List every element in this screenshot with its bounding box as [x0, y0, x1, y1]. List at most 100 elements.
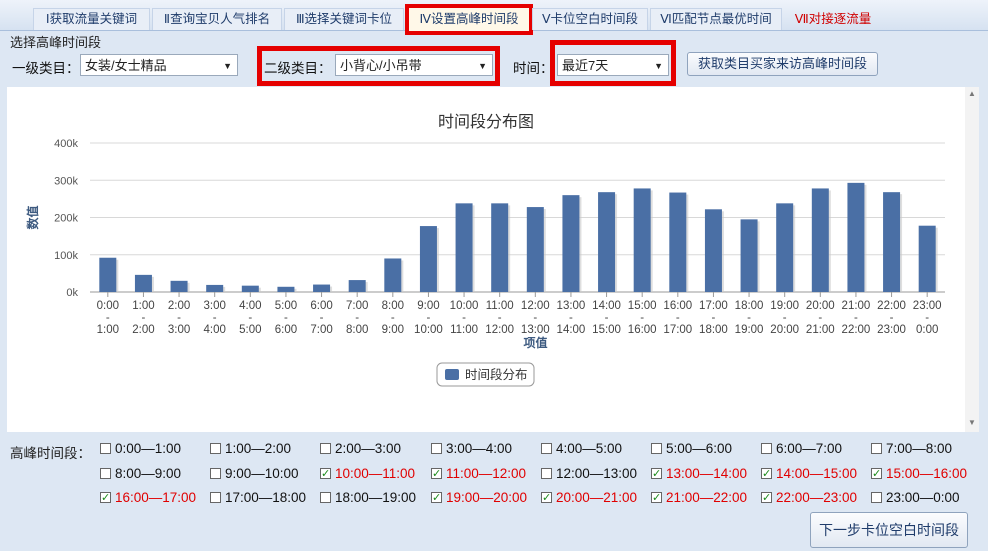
checkbox-empty-icon[interactable]: [210, 443, 221, 454]
checkbox-empty-icon[interactable]: [100, 468, 111, 479]
x-tick-dash: -: [284, 312, 288, 324]
peak-slot-checkbox[interactable]: 17:00—18:00: [210, 489, 306, 507]
checkbox-empty-icon[interactable]: [210, 468, 221, 479]
x-tick-label-end: 15:00: [592, 324, 621, 336]
checkbox-empty-icon[interactable]: [320, 492, 331, 503]
tab-traffic[interactable]: Ⅶ对接逐流量: [784, 8, 882, 30]
tab-peak-hours[interactable]: Ⅳ设置高峰时间段: [405, 4, 533, 35]
next-step-button[interactable]: 下一步卡位空白时间段: [810, 512, 968, 548]
checkbox-checked-icon[interactable]: [761, 465, 772, 483]
fetch-peak-button[interactable]: 获取类目买家来访高峰时间段: [687, 52, 878, 76]
peak-slot-checkbox[interactable]: 4:00—5:00: [541, 440, 622, 458]
checkbox-empty-icon[interactable]: [541, 443, 552, 454]
checkbox-checked-icon[interactable]: [431, 489, 442, 507]
peak-slot-checkbox[interactable]: 15:00—16:00: [871, 465, 967, 483]
peak-slot-checkbox[interactable]: 20:00—21:00: [541, 489, 637, 507]
peak-slot-checkbox[interactable]: 8:00—9:00: [100, 465, 181, 483]
x-tick-dash: -: [106, 312, 110, 324]
peak-slot-checkbox[interactable]: 12:00—13:00: [541, 465, 637, 483]
x-tick-dash: -: [640, 312, 644, 324]
peak-slot-checkbox[interactable]: 19:00—20:00: [431, 489, 527, 507]
checkbox-empty-icon[interactable]: [320, 443, 331, 454]
peak-slot-checkbox[interactable]: 9:00—10:00: [210, 465, 299, 483]
tab-keyword-slot[interactable]: Ⅲ选择关键词卡位: [284, 8, 404, 30]
peak-slot-checkbox[interactable]: 23:00—0:00: [871, 489, 960, 507]
time-select[interactable]: 最近7天 ▼: [557, 54, 669, 76]
time-label: 时间：: [513, 61, 554, 76]
x-tick-label-end: 20:00: [770, 324, 799, 336]
x-tick-label-end: 14:00: [557, 324, 586, 336]
x-tick-label-end: 12:00: [485, 324, 514, 336]
peak-slot-checkbox[interactable]: 5:00—6:00: [651, 440, 732, 458]
peak-slot-checkbox[interactable]: 16:00—17:00: [100, 489, 196, 507]
chart-scrollbar[interactable]: ▲ ▼: [965, 87, 979, 432]
level2-label: 二级类目：: [264, 61, 332, 76]
x-tick-dash: -: [355, 312, 359, 324]
peak-slot-checkbox[interactable]: 1:00—2:00: [210, 440, 291, 458]
checkbox-checked-icon[interactable]: [871, 465, 882, 483]
x-tick-label-end: 0:00: [916, 324, 938, 336]
checkbox-checked-icon[interactable]: [100, 489, 111, 507]
checkbox-empty-icon[interactable]: [761, 443, 772, 454]
peak-hours-label: 高峰时间段：: [10, 446, 91, 461]
bar: [419, 226, 437, 292]
tab-node-time[interactable]: Ⅵ匹配节点最优时间: [650, 8, 782, 30]
level1-select[interactable]: 女装/女士精品 ▼: [80, 54, 238, 76]
x-tick-label-start: 23:00: [913, 300, 942, 312]
x-tick-label-start: 13:00: [557, 300, 586, 312]
peak-slot-label: 0:00—1:00: [115, 441, 182, 456]
x-tick-dash: -: [854, 312, 858, 324]
peak-slot-checkbox[interactable]: 14:00—15:00: [761, 465, 857, 483]
peak-slot-label: 22:00—23:00: [776, 490, 858, 505]
x-tick-dash: -: [676, 312, 680, 324]
checkbox-empty-icon[interactable]: [100, 443, 111, 454]
x-tick-label-start: 11:00: [486, 300, 514, 312]
bar: [811, 188, 829, 292]
x-tick-dash: -: [213, 312, 217, 324]
checkbox-empty-icon[interactable]: [871, 443, 882, 454]
peak-slot-checkbox[interactable]: 7:00—8:00: [871, 440, 952, 458]
peak-slot-label: 17:00—18:00: [225, 490, 307, 505]
peak-slot-checkbox[interactable]: 10:00—11:00: [320, 465, 415, 483]
tab-get-keywords[interactable]: Ⅰ获取流量关键词: [33, 8, 150, 30]
x-tick-label-start: 2:00: [168, 300, 190, 312]
peak-slot-checkbox[interactable]: 3:00—4:00: [431, 440, 512, 458]
checkbox-empty-icon[interactable]: [210, 492, 221, 503]
x-tick-dash: -: [533, 312, 537, 324]
checkbox-empty-icon[interactable]: [651, 443, 662, 454]
checkbox-checked-icon[interactable]: [541, 489, 552, 507]
peak-slot-checkbox[interactable]: 13:00—14:00: [651, 465, 747, 483]
peak-slot-label: 1:00—2:00: [225, 441, 292, 456]
x-tick-label-start: 6:00: [310, 300, 332, 312]
checkbox-checked-icon[interactable]: [651, 465, 662, 483]
level2-select[interactable]: 小背心/小吊带 ▼: [335, 54, 493, 76]
checkbox-checked-icon[interactable]: [431, 465, 442, 483]
x-tick-label-end: 21:00: [806, 324, 835, 336]
bar: [918, 225, 936, 292]
checkbox-checked-icon[interactable]: [320, 465, 331, 483]
peak-slot-checkbox[interactable]: 21:00—22:00: [651, 489, 747, 507]
peak-slot-checkbox[interactable]: 0:00—1:00: [100, 440, 181, 458]
checkbox-empty-icon[interactable]: [431, 443, 442, 454]
legend-label: 时间段分布: [465, 367, 528, 382]
bar: [241, 285, 259, 292]
bar: [384, 258, 402, 292]
peak-slot-checkbox[interactable]: 22:00—23:00: [761, 489, 857, 507]
checkbox-checked-icon[interactable]: [651, 489, 662, 507]
peak-slot-checkbox[interactable]: 18:00—19:00: [320, 489, 416, 507]
peak-slot-label: 5:00—6:00: [666, 441, 733, 456]
checkbox-empty-icon[interactable]: [871, 492, 882, 503]
step-tab-bar: Ⅰ获取流量关键词 Ⅱ查询宝贝人气排名 Ⅲ选择关键词卡位 Ⅳ设置高峰时间段 Ⅴ卡位…: [0, 0, 988, 35]
level1-value: 女装/女士精品: [85, 58, 167, 73]
checkbox-checked-icon[interactable]: [761, 489, 772, 507]
peak-slot-label: 14:00—15:00: [776, 466, 858, 481]
tab-blank-slots[interactable]: Ⅴ卡位空白时间段: [532, 8, 648, 30]
scroll-down-icon[interactable]: ▼: [965, 418, 979, 430]
tab-item-ranking[interactable]: Ⅱ查询宝贝人气排名: [152, 8, 282, 30]
peak-slot-checkbox[interactable]: 6:00—7:00: [761, 440, 842, 458]
checkbox-empty-icon[interactable]: [541, 468, 552, 479]
peak-slot-checkbox[interactable]: 2:00—3:00: [320, 440, 401, 458]
bar: [776, 203, 794, 292]
peak-slot-checkbox[interactable]: 11:00—12:00: [431, 465, 526, 483]
scroll-up-icon[interactable]: ▲: [965, 89, 979, 101]
